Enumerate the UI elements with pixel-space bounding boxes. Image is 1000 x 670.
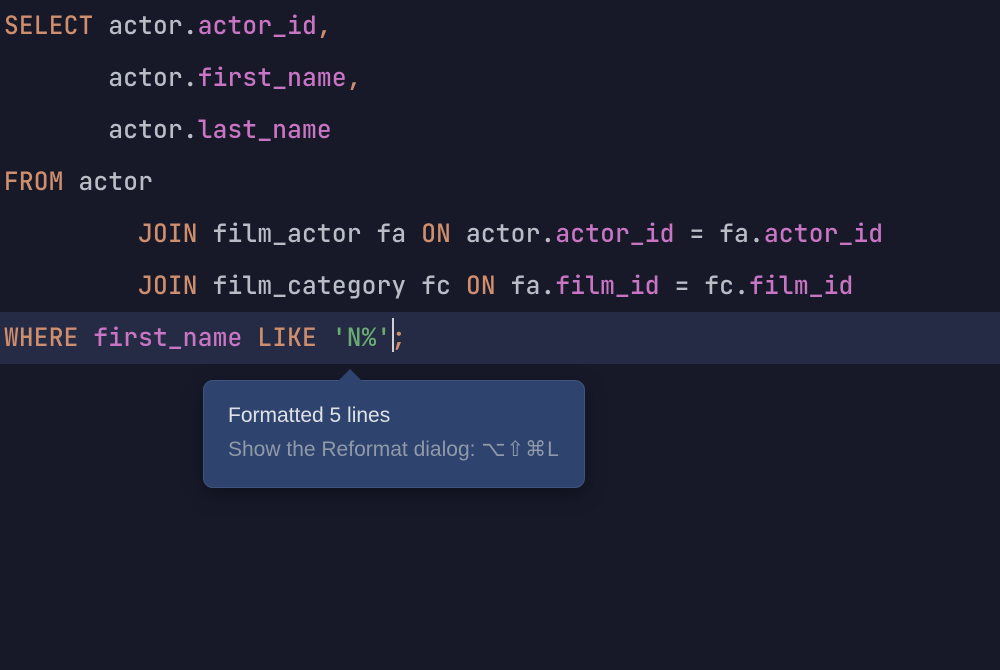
token-tbl: actor <box>108 114 183 146</box>
code-line[interactable]: FROM actor <box>0 156 1000 208</box>
sql-code[interactable]: SELECT actor.actor_id, actor.first_name,… <box>0 0 1000 364</box>
token-ident: fa <box>377 218 407 250</box>
token <box>64 166 79 198</box>
token-col2: last_name <box>198 114 332 146</box>
token <box>4 218 138 250</box>
token-kw: JOIN <box>138 270 198 302</box>
token-dot: . <box>540 218 555 250</box>
token-kw: ON <box>421 218 451 250</box>
token-dot: . <box>183 10 198 42</box>
shortcut-label: ⌥⇧⌘L <box>481 438 559 461</box>
token-col2: film_id <box>749 270 853 302</box>
token-semi: ; <box>391 322 406 354</box>
token <box>362 218 377 250</box>
token <box>451 270 466 302</box>
token-kw: LIKE <box>257 322 317 354</box>
code-line[interactable]: JOIN film_actor fa ON actor.actor_id = f… <box>0 208 1000 260</box>
token <box>496 270 511 302</box>
token-col2: actor_id <box>198 10 317 42</box>
token: = <box>675 218 720 250</box>
token-tbl: actor <box>108 10 183 42</box>
token-punc: , <box>347 62 362 94</box>
tooltip-title: Formatted 5 lines <box>228 399 560 433</box>
token-col2: first_name <box>198 62 347 94</box>
token-dot: . <box>734 270 749 302</box>
token <box>4 62 108 94</box>
tooltip-hint[interactable]: Show the Reformat dialog: ⌥⇧⌘L <box>228 433 560 467</box>
token <box>406 218 421 250</box>
token-col2: film_id <box>555 270 659 302</box>
token-ident: fa <box>719 218 749 250</box>
token-ident: fc <box>704 270 734 302</box>
code-editor[interactable]: SELECT actor.actor_id, actor.first_name,… <box>0 0 1000 670</box>
tooltip-arrow-icon <box>338 369 362 381</box>
token-tbl: actor <box>108 62 183 94</box>
token-dot: . <box>749 218 764 250</box>
token: = <box>660 270 705 302</box>
token <box>198 218 213 250</box>
token <box>242 322 257 354</box>
token <box>4 270 138 302</box>
token-tbl: actor <box>466 218 541 250</box>
token-ident: fc <box>421 270 451 302</box>
token-tbl: film_actor <box>213 218 362 250</box>
token-kw: FROM <box>4 166 64 198</box>
token-str: 'N%' <box>332 322 392 354</box>
token <box>4 114 108 146</box>
token-dot: . <box>540 270 555 302</box>
token-punc: , <box>317 10 332 42</box>
token-ident: fa <box>511 270 541 302</box>
token <box>317 322 332 354</box>
token-col2: actor_id <box>764 218 883 250</box>
token-kw: SELECT <box>4 10 93 42</box>
token <box>198 270 213 302</box>
code-line[interactable]: WHERE first_name LIKE 'N%'; <box>0 312 1000 364</box>
token <box>79 322 94 354</box>
code-line[interactable]: SELECT actor.actor_id, <box>0 0 1000 52</box>
reformat-tooltip: Formatted 5 lines Show the Reformat dial… <box>203 380 585 488</box>
token-tbl: film_category <box>213 270 407 302</box>
token-col2: actor_id <box>555 218 674 250</box>
token-tbl: actor <box>79 166 154 198</box>
token-kw: ON <box>466 270 496 302</box>
token <box>406 270 421 302</box>
token-dot: . <box>183 114 198 146</box>
token-kw: JOIN <box>138 218 198 250</box>
token <box>451 218 466 250</box>
token-dot: . <box>183 62 198 94</box>
token-col2: first_name <box>93 322 242 354</box>
token <box>93 10 108 42</box>
code-line[interactable]: actor.last_name <box>0 104 1000 156</box>
code-line[interactable]: actor.first_name, <box>0 52 1000 104</box>
token-kw: WHERE <box>4 322 79 354</box>
code-line[interactable]: JOIN film_category fc ON fa.film_id = fc… <box>0 260 1000 312</box>
